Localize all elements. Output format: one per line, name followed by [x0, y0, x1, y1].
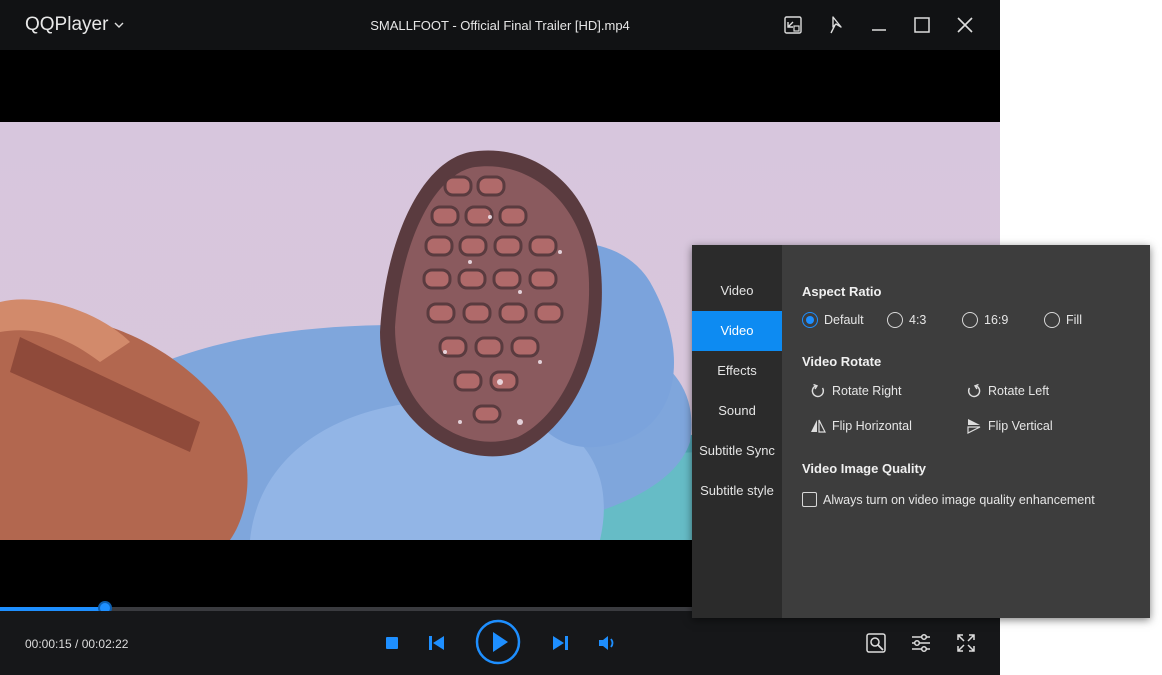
radio-16-9[interactable]: [962, 312, 978, 328]
rotate-right-icon: [811, 383, 825, 398]
pin-icon: [829, 16, 842, 34]
aspect-default-option[interactable]: Default: [802, 312, 864, 328]
fullscreen-button[interactable]: [954, 631, 978, 655]
rotate-left-button[interactable]: Rotate Left: [966, 383, 1049, 399]
close-icon: [956, 17, 973, 33]
aspect-4-3-label: 4:3: [909, 313, 927, 327]
aspect-ratio-title: Aspect Ratio: [802, 284, 882, 299]
rotate-left-label: Rotate Left: [988, 384, 1050, 398]
quality-enhancement-option[interactable]: Always turn on video image quality enhan…: [802, 492, 1095, 507]
settings-content: Aspect Ratio Default 4:3 16:9 Fill Video…: [802, 245, 1142, 618]
settings-nav: Video Video Effects Sound Subtitle Sync …: [692, 245, 782, 618]
nav-video[interactable]: Video: [692, 311, 782, 351]
minimize-icon: [871, 29, 886, 31]
flip-vertical-label: Flip Vertical: [988, 419, 1053, 433]
title-bar: QQPlayer SMALLFOOT - Official Final Trai…: [0, 0, 1000, 50]
control-bar: 00:00:15 / 00:02:22: [0, 611, 1000, 675]
video-quality-title: Video Image Quality: [802, 461, 927, 476]
mini-mode-button[interactable]: [775, 10, 810, 40]
stop-icon: [386, 637, 398, 649]
screenshot-button[interactable]: [864, 631, 888, 655]
flip-horizontal-label: Flip Horizontal: [832, 419, 912, 433]
nav-sound[interactable]: Sound: [692, 391, 782, 431]
nav-subtitle-sync[interactable]: Subtitle Sync: [692, 431, 782, 471]
nav-subtitle-style[interactable]: Subtitle style: [692, 471, 782, 511]
maximize-icon: [913, 17, 930, 33]
radio-4-3[interactable]: [887, 312, 903, 328]
previous-button[interactable]: [426, 633, 448, 653]
next-icon: [553, 636, 568, 650]
settings-button[interactable]: [909, 631, 933, 655]
radio-fill[interactable]: [1044, 312, 1060, 328]
volume-button[interactable]: [596, 633, 620, 653]
flip-vertical-button[interactable]: Flip Vertical: [966, 418, 1053, 434]
video-rotate-title: Video Rotate: [802, 354, 882, 369]
video-settings-panel: Video Video Effects Sound Subtitle Sync …: [692, 245, 1150, 618]
nav-effects[interactable]: Effects: [692, 351, 782, 391]
play-icon: [475, 619, 521, 665]
aspect-16-9-label: 16:9: [984, 313, 1009, 327]
flip-horizontal-button[interactable]: Flip Horizontal: [810, 418, 912, 434]
flip-vertical-icon: [967, 419, 981, 434]
quality-enhancement-label: Always turn on video image quality enhan…: [823, 492, 1095, 507]
quality-enhancement-checkbox[interactable]: [802, 492, 817, 507]
settings-icon: [912, 633, 930, 653]
rotate-right-label: Rotate Right: [832, 384, 902, 398]
rotate-left-icon: [967, 383, 981, 398]
maximize-button[interactable]: [904, 10, 939, 40]
aspect-default-label: Default: [824, 313, 864, 327]
screenshot-icon: [866, 633, 886, 653]
play-button[interactable]: [475, 619, 521, 665]
mini-mode-icon: [783, 16, 802, 34]
close-button[interactable]: [947, 10, 982, 40]
window-controls: [775, 10, 982, 40]
flip-horizontal-icon: [811, 419, 826, 433]
minimize-button[interactable]: [861, 10, 896, 40]
fullscreen-icon: [957, 634, 975, 652]
aspect-fill-label: Fill: [1066, 313, 1082, 327]
rotate-right-button[interactable]: Rotate Right: [810, 383, 901, 399]
time-display: 00:00:15 / 00:02:22: [25, 637, 129, 651]
aspect-fill-option[interactable]: Fill: [1044, 312, 1082, 328]
previous-icon: [429, 636, 444, 650]
volume-icon: [599, 636, 614, 650]
radio-default[interactable]: [802, 312, 818, 328]
next-button[interactable]: [549, 633, 571, 653]
nav-video-header[interactable]: Video: [692, 271, 782, 311]
stop-button[interactable]: [382, 633, 402, 653]
pin-button[interactable]: [818, 10, 853, 40]
aspect-4-3-option[interactable]: 4:3: [887, 312, 926, 328]
aspect-16-9-option[interactable]: 16:9: [962, 312, 1008, 328]
